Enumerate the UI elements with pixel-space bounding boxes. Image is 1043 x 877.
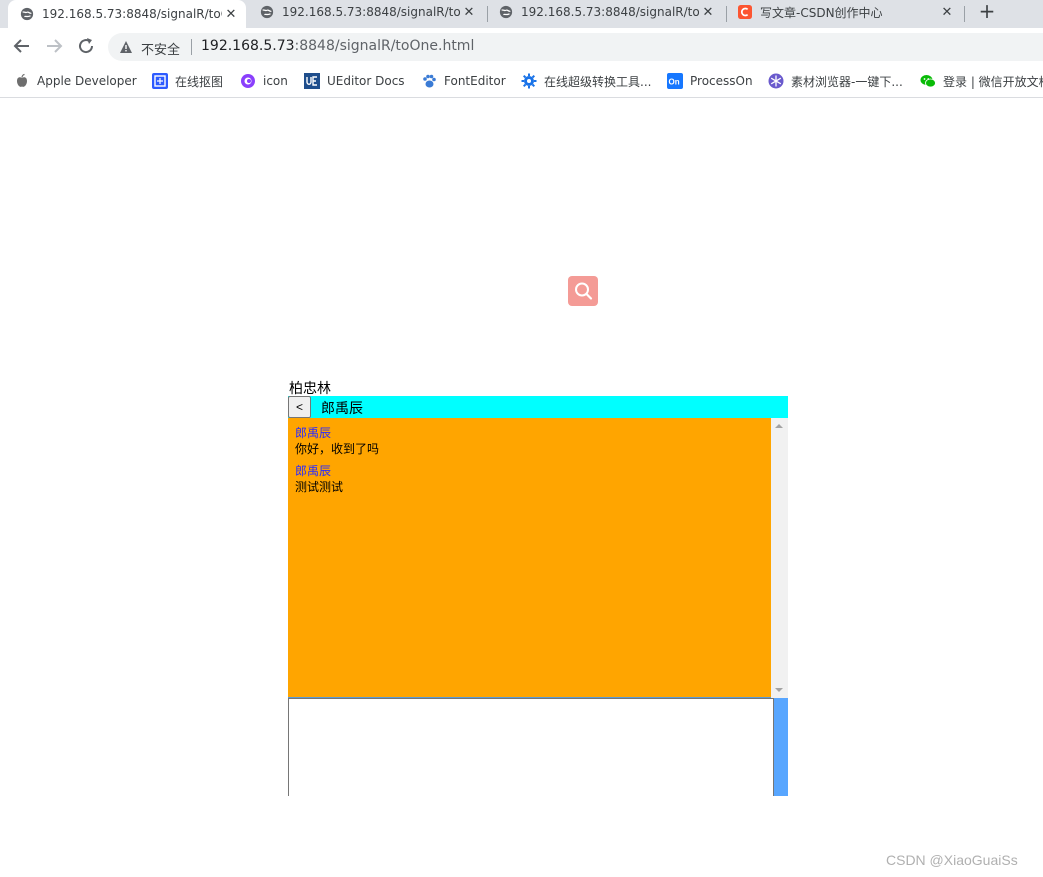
url-host: 192.168.5.73 — [201, 38, 295, 54]
iconfont-icon — [241, 74, 255, 88]
message-text: 测试测试 — [295, 480, 344, 494]
url-text[interactable]: 192.168.5.73:8848/signalR/toOne.html — [201, 38, 474, 54]
tab-1[interactable]: 192.168.5.73:8848/signalR/toC ✕ — [8, 0, 246, 28]
chat-peer-name: 郎禹辰 — [321, 401, 363, 417]
address-bar[interactable]: 不安全 192.168.5.73:8848/signalR/toOne.html — [108, 33, 1043, 61]
bookmark-sucai[interactable]: 素材浏览器-一键下... — [768, 71, 903, 91]
forward-arrow-icon[interactable] — [44, 36, 64, 56]
send-button[interactable] — [774, 698, 788, 796]
omnibox-divider — [191, 39, 192, 55]
bookmarks-bar: Apple Developer 在线抠图 icon UEditor Docs F… — [0, 66, 1043, 98]
bookmark-fonteditor[interactable]: FontEditor — [421, 71, 506, 91]
close-tab-icon[interactable]: ✕ — [938, 5, 956, 20]
scroll-up-arrow-icon[interactable] — [775, 424, 783, 428]
message-item: 郎禹辰 你好，收到了吗 — [295, 425, 379, 457]
bookmark-label: ProcessOn — [690, 74, 753, 88]
svg-text:On: On — [669, 78, 680, 87]
close-tab-icon[interactable]: ✕ — [699, 5, 717, 20]
csdn-watermark: CSDN @XiaoGuaiSs — [886, 852, 1018, 868]
message-text: 你好，收到了吗 — [295, 442, 380, 456]
bookmark-label: 在线超级转换工具... — [544, 74, 652, 89]
bookmark-label: 登录 | 微信开放文档 — [943, 74, 1043, 89]
tab-4[interactable]: 写文章-CSDN创作中心 ✕ — [726, 0, 962, 24]
bookmark-wechat-docs[interactable]: 登录 | 微信开放文档 — [920, 71, 1043, 91]
tab-strip: 192.168.5.73:8848/signalR/toC ✕ 192.168.… — [0, 0, 1043, 28]
bookmark-ueditor[interactable]: UEditor Docs — [304, 71, 405, 91]
tab-3[interactable]: 192.168.5.73:8848/signalR/toC ✕ — [487, 0, 723, 24]
globe-icon — [20, 7, 34, 21]
current-user-name: 柏忠林 — [289, 381, 331, 397]
bookmark-label: UEditor Docs — [327, 74, 405, 88]
gear-icon — [521, 73, 537, 89]
snowflake-icon — [768, 73, 784, 89]
url-path: :8848/signalR/toOne.html — [294, 38, 475, 54]
csdn-icon — [738, 5, 752, 19]
message-sender: 郎禹辰 — [295, 426, 332, 440]
bookmark-koutu[interactable]: 在线抠图 — [152, 71, 223, 91]
bookmark-converter[interactable]: 在线超级转换工具... — [521, 71, 651, 91]
bookmark-label: FontEditor — [444, 74, 506, 88]
back-button[interactable]: < — [288, 396, 311, 418]
reload-icon[interactable] — [76, 36, 96, 56]
wechat-icon — [920, 75, 936, 88]
tab-divider — [964, 6, 965, 22]
security-label[interactable]: 不安全 — [141, 39, 180, 58]
tab-title: 192.168.5.73:8848/signalR/toC — [282, 5, 460, 19]
message-list[interactable]: 郎禹辰 你好，收到了吗 郎禹辰 测试测试 — [288, 418, 788, 698]
bookmark-label: 在线抠图 — [175, 74, 224, 89]
tab-2[interactable]: 192.168.5.73:8848/signalR/toC ✕ — [248, 0, 484, 24]
bookmark-apple-developer[interactable]: Apple Developer — [14, 71, 137, 91]
back-arrow-icon[interactable] — [12, 36, 32, 56]
chat-window: < 郎禹辰 郎禹辰 你好，收到了吗 郎禹辰 测试测试 — [288, 396, 788, 796]
bookmark-label: icon — [263, 74, 288, 88]
tab-title: 192.168.5.73:8848/signalR/toC — [42, 7, 222, 21]
bookmark-processon[interactable]: On ProcessOn — [667, 71, 753, 91]
new-tab-button[interactable]: + — [976, 1, 998, 23]
koutu-icon — [152, 73, 168, 89]
tab-title: 192.168.5.73:8848/signalR/toC — [521, 5, 699, 19]
message-sender: 郎禹辰 — [295, 464, 332, 478]
message-input[interactable] — [288, 698, 774, 796]
bookmark-label: Apple Developer — [37, 74, 137, 88]
globe-icon — [260, 5, 274, 19]
message-item: 郎禹辰 测试测试 — [295, 463, 343, 495]
close-tab-icon[interactable]: ✕ — [222, 7, 240, 22]
globe-icon — [499, 5, 513, 19]
paw-icon — [423, 74, 436, 88]
bookmark-label: 素材浏览器-一键下... — [791, 74, 903, 89]
chat-header: < 郎禹辰 — [288, 396, 788, 418]
close-tab-icon[interactable]: ✕ — [460, 5, 478, 20]
search-button[interactable] — [568, 276, 598, 306]
message-scrollbar[interactable] — [771, 418, 788, 698]
processon-icon: On — [667, 73, 683, 89]
ueditor-icon — [304, 73, 320, 89]
tab-title: 写文章-CSDN创作中心 — [760, 5, 883, 20]
apple-icon — [17, 73, 27, 87]
scroll-down-arrow-icon[interactable] — [775, 688, 783, 692]
warning-icon[interactable] — [119, 40, 133, 54]
bookmark-icon[interactable]: icon — [240, 71, 288, 91]
search-icon — [575, 282, 593, 300]
